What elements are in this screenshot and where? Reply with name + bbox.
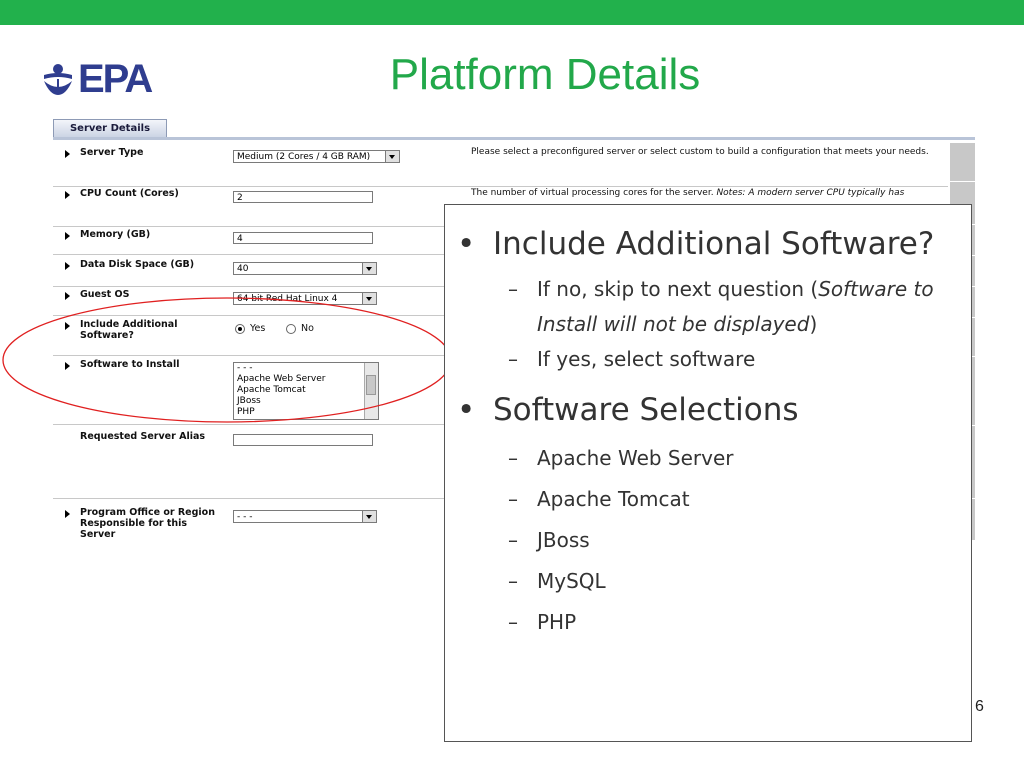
dash-icon: –: [508, 347, 518, 371]
form-scroll-column: [950, 143, 975, 182]
server-type-value: Medium (2 Cores / 4 GB RAM): [237, 152, 371, 162]
sub-bullet-text-end: ): [809, 312, 818, 336]
expand-arrow-icon[interactable]: [65, 232, 70, 240]
epa-flower-logo-icon: [44, 64, 72, 95]
sub-bullet-item: – If no, skip to next question (Software …: [455, 272, 960, 342]
bullet-dot-icon: •: [457, 226, 476, 262]
sub-bullet-text: JBoss: [537, 528, 590, 552]
data-disk-select[interactable]: 40: [233, 262, 377, 275]
form-row-server-type: Server Type Medium (2 Cores / 4 GB RAM) …: [53, 147, 948, 187]
sub-bullet-text: Apache Web Server: [537, 446, 734, 470]
cpu-desc-text: The number of virtual processing cores f…: [471, 188, 714, 198]
sub-bullet-item: – JBoss: [455, 520, 960, 561]
dash-icon: –: [508, 446, 518, 470]
data-disk-label: Data Disk Space (GB): [80, 259, 195, 270]
server-alias-label: Requested Server Alias: [80, 431, 206, 442]
bullet-list: • Include Additional Software? – If no, sk…: [455, 217, 960, 643]
dash-icon: –: [508, 569, 518, 593]
sub-bullet-text: Apache Tomcat: [537, 487, 690, 511]
tab-server-details[interactable]: Server Details: [53, 119, 167, 138]
highlight-circle: [2, 297, 452, 423]
chevron-down-icon[interactable]: [362, 511, 376, 522]
dash-icon: –: [508, 528, 518, 552]
chevron-down-icon[interactable]: [362, 263, 376, 274]
sub-bullet-text: MySQL: [537, 569, 606, 593]
top-accent-bar: [0, 0, 1024, 25]
bullet-text: Software Selections: [493, 392, 799, 428]
page-number: 6: [975, 698, 984, 715]
cpu-count-description: The number of virtual processing cores f…: [471, 188, 943, 199]
epa-logo: EPA: [40, 57, 153, 101]
memory-label: Memory (GB): [80, 229, 151, 240]
callout-box: • Include Additional Software? – If no, sk…: [444, 204, 972, 742]
server-type-description: Please select a preconfigured server or …: [471, 147, 929, 157]
cpu-note-text: Notes: A modern server CPU typically has: [716, 188, 905, 198]
bullet-item: • Software Selections: [455, 383, 960, 438]
slide-title: Platform Details: [389, 50, 701, 99]
program-office-label: Program Office or Region Responsible for…: [80, 507, 215, 540]
dash-icon: –: [508, 277, 518, 301]
program-office-value: - - -: [237, 512, 253, 522]
bullet-dot-icon: •: [457, 392, 476, 428]
chevron-down-icon[interactable]: [385, 151, 399, 162]
cpu-count-label: CPU Count (Cores): [80, 188, 179, 199]
expand-arrow-icon[interactable]: [65, 150, 70, 158]
bullet-text: Include Additional Software?: [493, 226, 935, 262]
expand-arrow-icon[interactable]: [65, 191, 70, 199]
sub-bullet-text: If no, skip to next question (: [537, 277, 819, 301]
data-disk-value: 40: [237, 264, 249, 274]
sub-bullet-text: PHP: [537, 610, 577, 634]
bullet-item: • Include Additional Software?: [455, 217, 960, 272]
sub-bullet-item: – Apache Tomcat: [455, 479, 960, 520]
sub-bullet-item: – If yes, select software: [455, 342, 960, 377]
dash-icon: –: [508, 610, 518, 634]
server-type-label: Server Type: [80, 147, 144, 158]
sub-bullet-text: If yes, select software: [537, 347, 756, 371]
server-alias-input[interactable]: [233, 434, 373, 446]
dash-icon: –: [508, 487, 518, 511]
expand-arrow-icon[interactable]: [65, 262, 70, 270]
sub-bullet-item: – PHP: [455, 602, 960, 643]
cpu-count-input[interactable]: 2: [233, 191, 373, 203]
logo-text: EPA: [78, 57, 153, 101]
sub-bullet-item: – MySQL: [455, 561, 960, 602]
program-office-select[interactable]: - - -: [233, 510, 377, 523]
memory-input[interactable]: 4: [233, 232, 373, 244]
sub-bullet-item: – Apache Web Server: [455, 438, 960, 479]
expand-arrow-icon[interactable]: [65, 510, 70, 518]
server-type-select[interactable]: Medium (2 Cores / 4 GB RAM): [233, 150, 400, 163]
